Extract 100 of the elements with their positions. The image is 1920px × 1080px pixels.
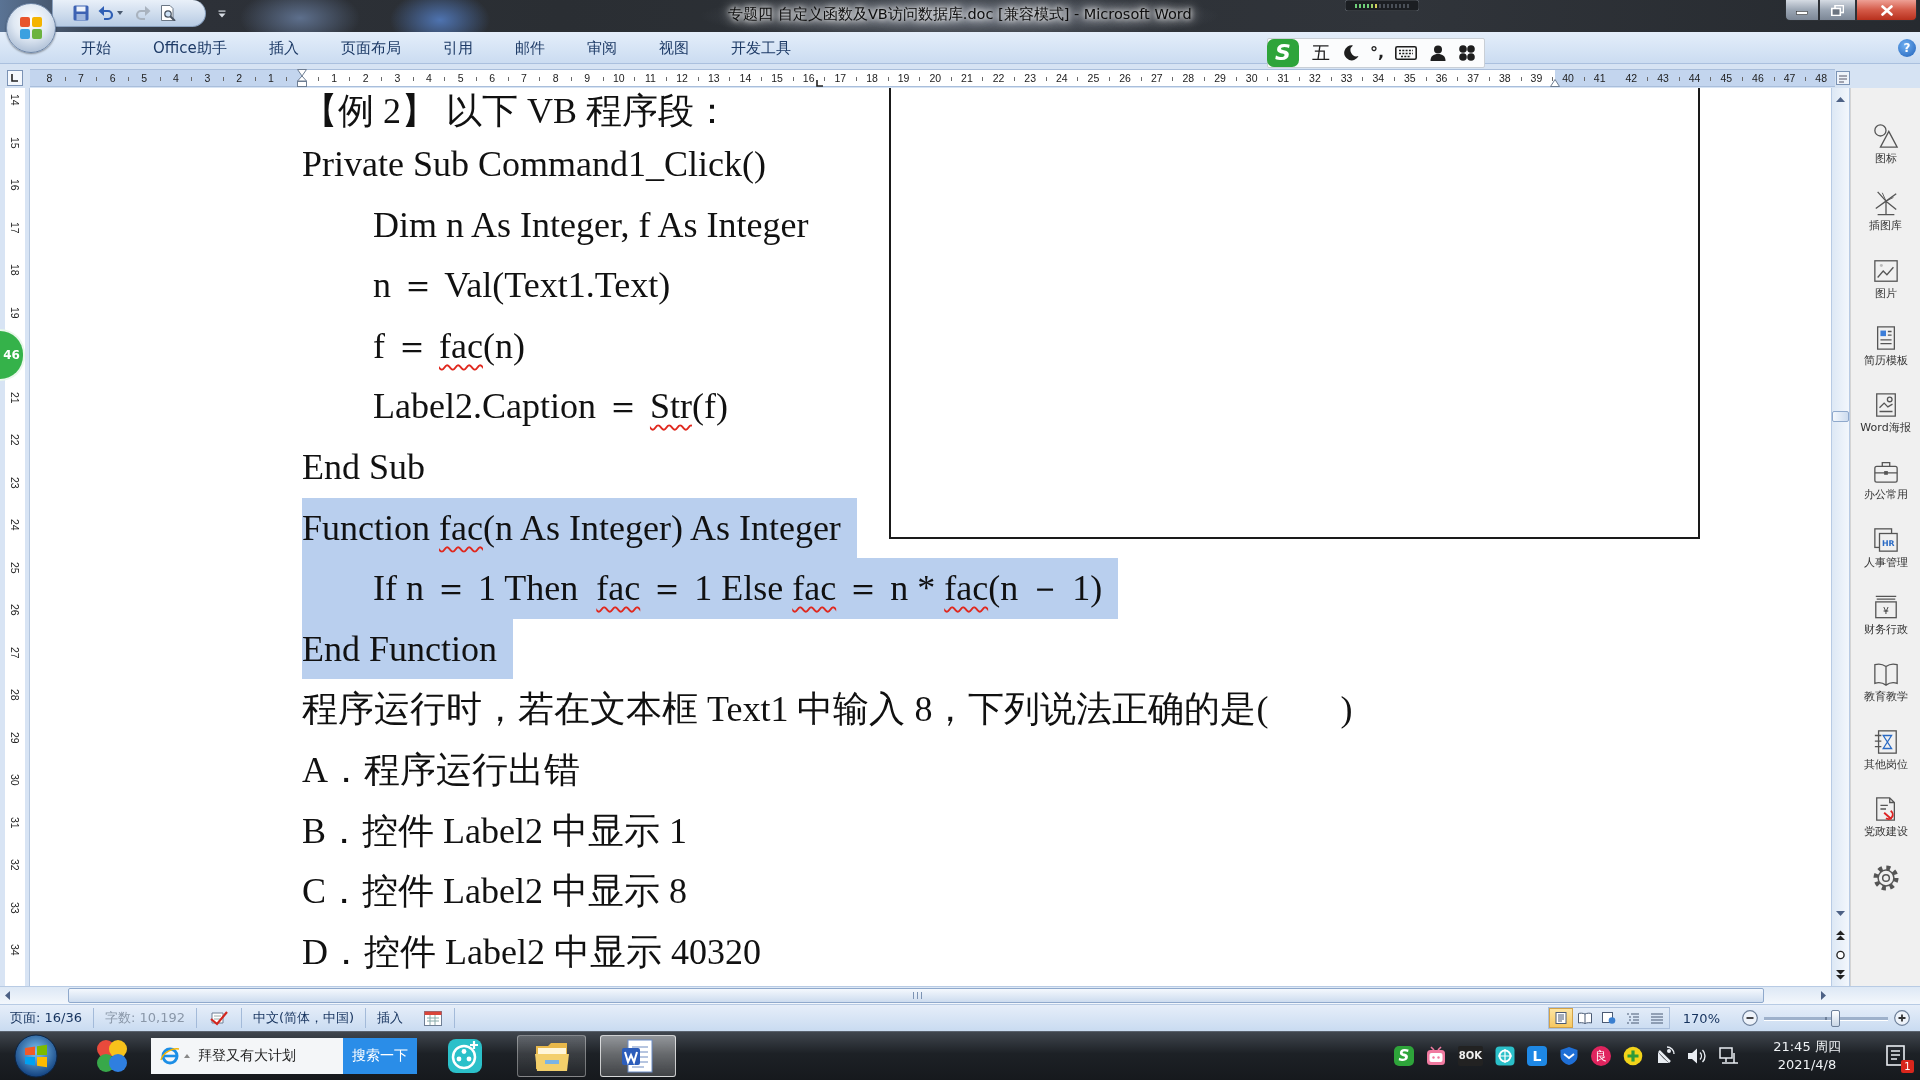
- satellite-icon[interactable]: [1655, 1046, 1675, 1066]
- network-icon[interactable]: [1719, 1046, 1739, 1066]
- ruler-number: 7: [78, 72, 84, 84]
- notification-badge: 1: [1901, 1060, 1914, 1073]
- menu-tab[interactable]: 邮件: [493, 34, 566, 61]
- sidebar-item[interactable]: 办公常用: [1851, 449, 1920, 517]
- ruler-number: 38: [1498, 72, 1511, 84]
- sidebar-item[interactable]: 插图库: [1851, 180, 1920, 248]
- ruler-number: 31: [1277, 72, 1290, 84]
- view-button[interactable]: [1548, 1008, 1573, 1028]
- caret-icon[interactable]: [117, 11, 123, 15]
- zoom-level[interactable]: 170%: [1682, 1010, 1720, 1026]
- draft-icon: [1649, 1012, 1664, 1024]
- menu-tab[interactable]: 视图: [637, 34, 710, 61]
- person-icon[interactable]: [1430, 45, 1447, 61]
- ruler-number: 45: [1720, 72, 1733, 84]
- sidebar-item[interactable]: 简历模板: [1851, 314, 1920, 383]
- horizontal-ruler[interactable]: 8 7 6 5 4 3 2 1 1 2 3 4 5 6 7 8 9 10 11 12 13 14 15 16 17 18 19 20 21 22 23 24 25 26 27 28 29 30 31 32 33 34 35 36 37 38 39 40 41 42 43 44 45 46 47 48: [30, 69, 1835, 87]
- customize-caret-icon[interactable]: [218, 10, 226, 18]
- zoom-in-icon[interactable]: [1894, 1010, 1910, 1026]
- scroll-right-icon[interactable]: [1821, 991, 1826, 1000]
- ring-tile-icon[interactable]: [1495, 1046, 1515, 1066]
- letter-tile-icon[interactable]: L: [1527, 1046, 1547, 1066]
- clover-icon[interactable]: [1459, 45, 1476, 61]
- clock-time[interactable]: 21:45 周四: [1773, 1038, 1841, 1056]
- save-icon[interactable]: [73, 5, 89, 21]
- sidebar-item[interactable]: 图片: [1851, 247, 1920, 315]
- sidebar-item[interactable]: 图标: [1851, 113, 1920, 181]
- ruler-number: 25: [8, 561, 21, 574]
- search-field[interactable]: 拜登又有大计划: [151, 1038, 343, 1074]
- ruler-number: 2: [362, 72, 369, 84]
- sidebar-item[interactable]: ¥ 财务行政: [1851, 584, 1920, 652]
- menu-tab[interactable]: Office助手: [132, 34, 248, 61]
- clock-date[interactable]: 2021/4/8: [1777, 1056, 1837, 1074]
- language-indicator[interactable]: 中文(简体，中国): [242, 1010, 366, 1026]
- menu-tab[interactable]: 开始: [60, 34, 132, 61]
- tv-icon[interactable]: [1425, 1046, 1446, 1066]
- punctuation-toggle[interactable]: °,: [1370, 44, 1385, 62]
- insert-mode-indicator[interactable]: 插入: [366, 1010, 415, 1026]
- input-mode-toggle[interactable]: 五: [1312, 42, 1330, 64]
- ruler-number: 4: [172, 72, 179, 84]
- scroll-down-icon[interactable]: [1836, 911, 1845, 916]
- ruler-number: 40: [1562, 72, 1574, 84]
- volume-icon[interactable]: [1687, 1046, 1707, 1066]
- keyboard-icon[interactable]: [1395, 46, 1418, 60]
- slider-thumb[interactable]: [1831, 1009, 1841, 1027]
- start-button[interactable]: [14, 1034, 58, 1078]
- menu-tab[interactable]: 页面布局: [319, 34, 422, 61]
- scroll-left-icon[interactable]: [5, 991, 10, 1000]
- menu-tab[interactable]: 插入: [247, 34, 320, 61]
- menu-tab[interactable]: 引用: [421, 34, 494, 61]
- menu-tab[interactable]: 审阅: [565, 34, 638, 61]
- shield-icon[interactable]: [1559, 1046, 1579, 1066]
- ruler-number: 30: [1245, 72, 1258, 84]
- scroll-up-icon[interactable]: [1836, 97, 1845, 102]
- word-document-icon[interactable]: [620, 1038, 656, 1074]
- ruler-number: 21: [8, 391, 21, 404]
- ruler-number: 25: [1087, 72, 1100, 84]
- minimize-button[interactable]: [1785, 0, 1819, 21]
- ruler-number: 48: [1815, 72, 1828, 84]
- close-button[interactable]: [1856, 0, 1917, 21]
- undo-icon[interactable]: [98, 5, 114, 21]
- logo-icon[interactable]: 8OK: [1457, 1046, 1483, 1066]
- scroll-thumb[interactable]: [68, 988, 1764, 1003]
- picture-icon: [1872, 257, 1899, 284]
- scroll-thumb[interactable]: [1832, 411, 1849, 422]
- ruler-number: 6: [109, 72, 116, 84]
- taskbar-button[interactable]: [517, 1035, 586, 1077]
- ruler-number: 3: [204, 72, 211, 84]
- indent-marker-icon[interactable]: [297, 69, 308, 87]
- macro-icon[interactable]: [424, 1010, 443, 1026]
- tab-selector-icon[interactable]: [7, 70, 23, 86]
- ruler-number: 28: [1182, 72, 1195, 84]
- sidebar-item[interactable]: 党政建设: [1851, 785, 1920, 854]
- menu-tab[interactable]: 开发工具: [709, 34, 812, 61]
- settings-icon[interactable]: [1872, 865, 1899, 892]
- zoom-out-icon[interactable]: [1742, 1010, 1758, 1026]
- print-preview-icon[interactable]: [160, 5, 176, 21]
- ruler-number: 33: [8, 901, 21, 914]
- character-badge-icon[interactable]: 良: [1591, 1046, 1611, 1066]
- page-indicator[interactable]: 页面: 16/36: [0, 1010, 93, 1026]
- tab-stop-icon[interactable]: [816, 80, 823, 87]
- sidebar-item[interactable]: 教育教学: [1851, 651, 1920, 719]
- browse-object-icon[interactable]: [1836, 950, 1845, 960]
- sidebar-item[interactable]: 其他岗位: [1851, 718, 1920, 786]
- moon-icon[interactable]: [1343, 45, 1359, 61]
- ruler-number: 18: [866, 72, 878, 84]
- previous-page-icon[interactable]: [1836, 930, 1845, 940]
- plus-circle-icon[interactable]: [1623, 1046, 1643, 1066]
- caret-icon[interactable]: [184, 1054, 190, 1058]
- film-reel-icon[interactable]: [447, 1038, 483, 1074]
- sidebar-item[interactable]: Word海报: [1851, 382, 1920, 450]
- restore-button[interactable]: [1819, 0, 1856, 21]
- next-page-icon[interactable]: [1836, 970, 1845, 980]
- taskbar-button[interactable]: [600, 1035, 676, 1077]
- briefcase-icon: [1872, 459, 1899, 486]
- spellcheck-icon[interactable]: [209, 1010, 229, 1026]
- ruler-toggle-icon[interactable]: [1836, 71, 1850, 85]
- ruler-number: 6: [489, 72, 496, 84]
- petals-icon[interactable]: [94, 1038, 130, 1074]
